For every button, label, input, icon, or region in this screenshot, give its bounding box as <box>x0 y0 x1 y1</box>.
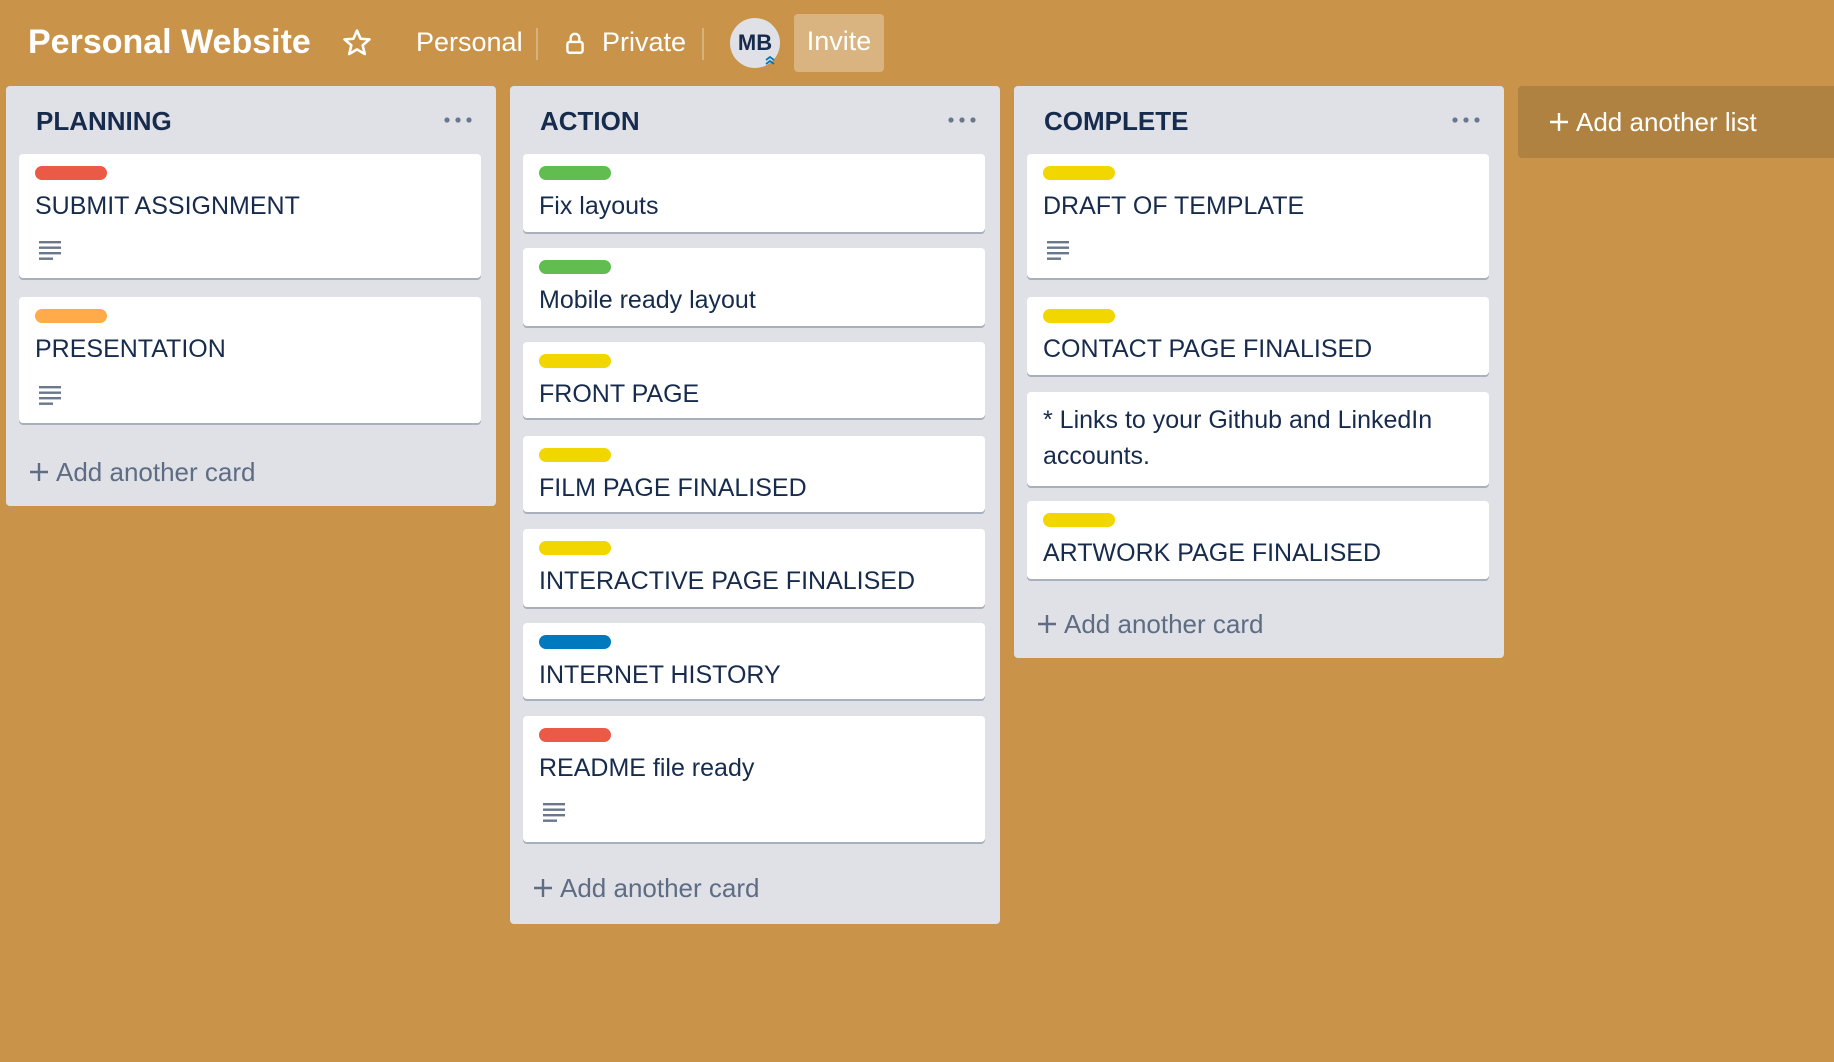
member-avatar[interactable]: MB <box>730 18 780 68</box>
card-label-red <box>35 166 107 180</box>
list-title[interactable]: COMPLETE <box>1044 104 1188 138</box>
card-title: Mobile ready layout <box>539 286 756 314</box>
card[interactable]: SUBMIT ASSIGNMENT <box>19 154 481 278</box>
board-header: Personal Website Personal Private MB Inv… <box>0 0 1834 86</box>
card-title: Fix layouts <box>539 192 659 220</box>
card[interactable]: * Links to your Github and LinkedIn acco… <box>1027 392 1489 486</box>
star-button[interactable] <box>340 26 374 60</box>
list-header: PLANNING <box>6 86 496 152</box>
more-horizontal-icon[interactable] <box>442 112 474 128</box>
description-lines-icon <box>543 803 565 822</box>
more-horizontal-icon[interactable] <box>1450 112 1482 128</box>
list-complete: COMPLETE DRAFT OF TEMPLATE CONTACT PAGE … <box>1014 86 1504 658</box>
star-icon <box>343 29 371 56</box>
card-title: SUBMIT ASSIGNMENT <box>35 192 300 220</box>
card-title: CONTACT PAGE FINALISED <box>1043 335 1373 363</box>
lock-icon <box>566 32 584 54</box>
visibility-label[interactable]: Private <box>602 22 686 62</box>
card-title: FILM PAGE FINALISED <box>539 474 807 502</box>
list-action: ACTION Fix layouts Mobile ready layout F… <box>510 86 1000 924</box>
add-card-button[interactable]: Add another card <box>532 868 759 908</box>
chevron-up-double-icon <box>765 55 775 65</box>
add-card-label: Add another card <box>56 457 256 487</box>
card[interactable]: ARTWORK PAGE FINALISED <box>1027 501 1489 579</box>
card-label-red <box>539 728 611 742</box>
add-card-label: Add another card <box>560 873 760 903</box>
board-title[interactable]: Personal Website <box>28 20 311 64</box>
card-label-yellow <box>539 541 611 555</box>
more-horizontal-icon[interactable] <box>946 112 978 128</box>
card-title: README file ready <box>539 754 755 782</box>
card-label-yellow <box>1043 513 1115 527</box>
description-lines-icon <box>39 241 61 260</box>
card[interactable]: Fix layouts <box>523 154 985 232</box>
card-title: PRESENTATION <box>35 335 226 363</box>
plus-icon <box>30 463 48 481</box>
card-label-yellow <box>1043 309 1115 323</box>
plus-icon <box>1550 113 1568 131</box>
card[interactable]: FRONT PAGE <box>523 342 985 418</box>
header-divider <box>536 28 538 60</box>
add-card-button[interactable]: Add another card <box>28 452 255 492</box>
card-title: ARTWORK PAGE FINALISED <box>1043 539 1382 567</box>
card[interactable]: Mobile ready layout <box>523 248 985 326</box>
list-title[interactable]: PLANNING <box>36 104 172 138</box>
add-list-button[interactable]: Add another list <box>1518 86 1834 158</box>
add-card-button[interactable]: Add another card <box>1036 604 1263 644</box>
card-title: INTERACTIVE PAGE FINALISED <box>539 567 916 595</box>
card[interactable]: README file ready <box>523 716 985 842</box>
card-title: * Links to your Github and LinkedIn acco… <box>1043 406 1433 470</box>
card-label-green <box>539 260 611 274</box>
card-label-yellow <box>1043 166 1115 180</box>
invite-button[interactable]: Invite <box>794 14 884 72</box>
add-card-label: Add another card <box>1064 609 1264 639</box>
plus-icon <box>1038 615 1056 633</box>
list-planning: PLANNING SUBMIT ASSIGNMENT PRESENTATION … <box>6 86 496 506</box>
list-header: ACTION <box>510 86 1000 152</box>
team-button[interactable]: Personal <box>416 22 523 62</box>
plus-icon <box>534 879 552 897</box>
card-label-yellow <box>539 354 611 368</box>
list-header: COMPLETE <box>1014 86 1504 152</box>
list-title[interactable]: ACTION <box>540 104 640 138</box>
card[interactable]: DRAFT OF TEMPLATE <box>1027 154 1489 278</box>
card-label-orange <box>35 309 107 323</box>
add-list-label: Add another list <box>1576 107 1757 137</box>
header-divider <box>702 28 704 60</box>
description-lines-icon <box>1047 241 1069 260</box>
card[interactable]: INTERACTIVE PAGE FINALISED <box>523 529 985 607</box>
description-lines-icon <box>39 386 61 405</box>
card[interactable]: INTERNET HISTORY <box>523 623 985 699</box>
card-title: FRONT PAGE <box>539 380 700 408</box>
visibility-button[interactable] <box>562 30 588 56</box>
card-label-blue <box>539 635 611 649</box>
card[interactable]: PRESENTATION <box>19 297 481 423</box>
card-title: INTERNET HISTORY <box>539 661 781 689</box>
card-title: DRAFT OF TEMPLATE <box>1043 192 1305 220</box>
card-label-yellow <box>539 448 611 462</box>
card[interactable]: FILM PAGE FINALISED <box>523 436 985 512</box>
card-label-green <box>539 166 611 180</box>
card[interactable]: CONTACT PAGE FINALISED <box>1027 297 1489 375</box>
